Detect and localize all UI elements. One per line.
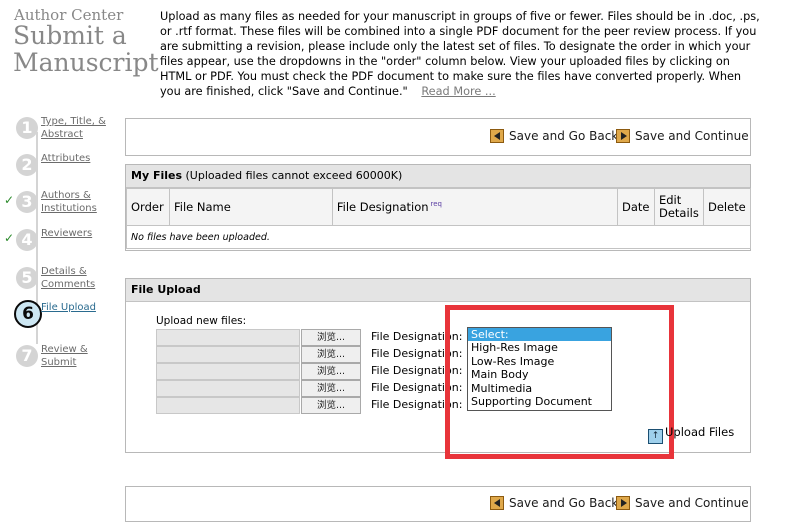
table-header-row: Order File Name File Designation req Date… xyxy=(126,188,752,226)
step-label[interactable]: Details & Comments xyxy=(41,265,101,291)
browse-button[interactable]: 浏览... xyxy=(301,329,361,346)
save-and-continue-button[interactable]: Save and Continue xyxy=(616,496,749,510)
step-label[interactable]: Authors & Institutions xyxy=(41,189,103,215)
file-path-field[interactable] xyxy=(156,363,300,380)
bottom-action-bar: Save and Go Back Save and Continue xyxy=(125,486,751,522)
required-badge: req xyxy=(430,200,443,208)
step-label[interactable]: Review & Submit xyxy=(41,343,101,369)
arrow-right-icon xyxy=(616,496,630,510)
step-number-4: 4 xyxy=(16,229,38,251)
browse-button[interactable]: 浏览... xyxy=(301,397,361,414)
highlight-box xyxy=(445,305,674,459)
upload-files-button[interactable]: ↑ Upload Files xyxy=(648,425,734,444)
arrow-left-icon xyxy=(490,129,504,143)
column-file-name: File Name xyxy=(168,188,333,226)
file-path-field[interactable] xyxy=(156,329,300,346)
page-title: Submit a Manuscript xyxy=(13,22,159,76)
step-number-7: 7 xyxy=(16,345,38,367)
table-row: No files have been uploaded. xyxy=(126,225,751,249)
step-attributes[interactable]: 2 Attributes xyxy=(10,152,120,182)
step-review-submit[interactable]: 7 Review & Submit xyxy=(10,343,120,373)
upload-files-label: Upload Files xyxy=(665,425,735,439)
my-files-title: My Files xyxy=(131,169,183,182)
browse-button[interactable]: 浏览... xyxy=(301,346,361,363)
upload-arrow-icon: ↑ xyxy=(648,429,663,444)
save-and-continue-label: Save and Continue xyxy=(635,496,749,510)
step-label[interactable]: Type, Title, & Abstract xyxy=(41,115,113,141)
step-label[interactable]: File Upload xyxy=(41,301,96,314)
checkmark-icon: ✓ xyxy=(4,193,15,207)
column-file-designation-label: File Designation xyxy=(336,200,429,214)
step-details-comments[interactable]: 5 Details & Comments xyxy=(10,265,120,295)
my-files-header: My Files (Uploaded files cannot exceed 6… xyxy=(126,165,750,188)
top-action-bar: Save and Go Back Save and Continue xyxy=(125,118,751,156)
step-number-2: 2 xyxy=(16,154,38,176)
step-reviewers[interactable]: ✓ 4 Reviewers xyxy=(4,227,120,257)
step-authors-institutions[interactable]: ✓ 3 Authors & Institutions xyxy=(4,189,120,219)
column-order: Order xyxy=(126,188,170,226)
save-and-go-back-button[interactable]: Save and Go Back xyxy=(490,129,618,143)
my-files-panel: My Files (Uploaded files cannot exceed 6… xyxy=(125,164,752,251)
file-path-field[interactable] xyxy=(156,346,300,363)
my-files-subtitle: (Uploaded files cannot exceed 60000K) xyxy=(185,169,403,182)
step-file-upload[interactable]: 6 File Upload xyxy=(10,300,120,331)
file-path-field[interactable] xyxy=(156,380,300,397)
column-date: Date xyxy=(617,188,655,226)
arrow-left-icon xyxy=(490,496,504,510)
file-path-field[interactable] xyxy=(156,397,300,414)
browse-button[interactable]: 浏览... xyxy=(301,380,361,397)
save-and-continue-button[interactable]: Save and Continue xyxy=(616,129,749,143)
step-type-title-abstract[interactable]: 1 Type, Title, & Abstract xyxy=(10,115,120,145)
column-edit-details: Edit Details xyxy=(653,188,704,226)
intro-text: Upload as many files as needed for your … xyxy=(160,9,760,99)
page-title-line2: Manuscript xyxy=(13,48,159,77)
checkmark-icon: ✓ xyxy=(4,231,15,245)
step-label[interactable]: Attributes xyxy=(41,152,90,165)
my-files-table: Order File Name File Designation req Date… xyxy=(126,188,752,249)
save-and-go-back-label: Save and Go Back xyxy=(509,129,619,143)
step-label[interactable]: Reviewers xyxy=(41,227,92,240)
empty-files-message: No files have been uploaded. xyxy=(126,225,751,249)
step-number-3: 3 xyxy=(16,191,38,213)
save-and-go-back-button[interactable]: Save and Go Back xyxy=(490,496,618,510)
save-and-continue-label: Save and Continue xyxy=(635,129,749,143)
column-delete: Delete xyxy=(702,188,752,226)
step-number-1: 1 xyxy=(16,117,38,139)
upload-new-files-label: Upload new files: xyxy=(156,315,247,327)
save-and-go-back-label: Save and Go Back xyxy=(509,496,619,510)
step-number-5: 5 xyxy=(16,267,38,289)
browse-button[interactable]: 浏览... xyxy=(301,363,361,380)
read-more-link[interactable]: Read More ... xyxy=(421,85,495,98)
page-title-line1: Submit a xyxy=(13,21,127,50)
file-upload-header: File Upload xyxy=(126,279,750,302)
arrow-right-icon xyxy=(616,129,630,143)
file-upload-title: File Upload xyxy=(131,283,201,296)
column-file-designation: File Designation req xyxy=(331,188,619,226)
step-number-6: 6 xyxy=(14,300,42,328)
